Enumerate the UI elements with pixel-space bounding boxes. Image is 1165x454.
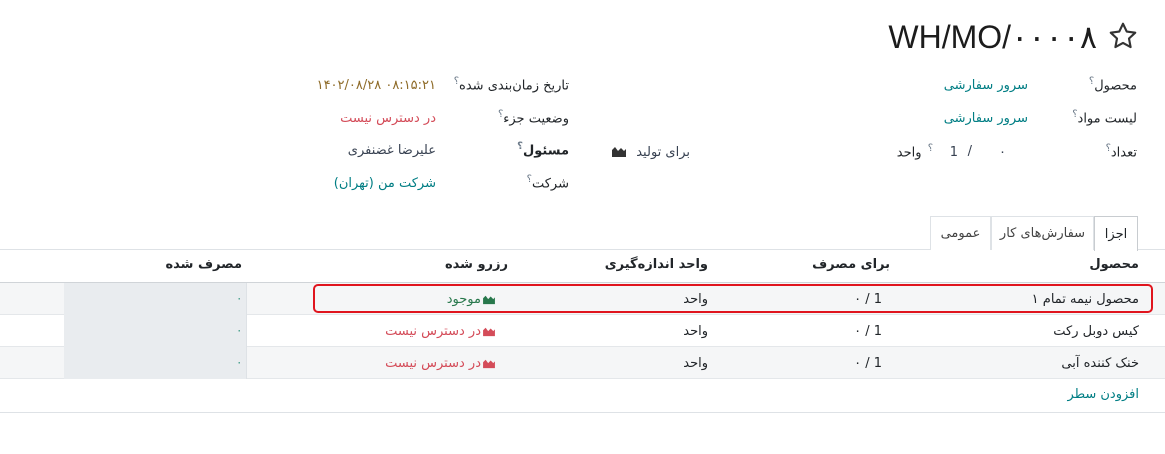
record-title: WH/MO/۰۰۰۰۸	[888, 19, 1097, 55]
table-row[interactable]: ۰ خنک کننده آبی ۰ / 1 واحد در دسترس نیست	[0, 347, 1165, 379]
star-icon[interactable]	[1107, 20, 1139, 52]
col-header-reserved[interactable]: رزرو شده	[445, 257, 508, 272]
row-to-consume: ۰ / 1	[854, 323, 882, 339]
consumed-cell[interactable]: ۰	[64, 347, 247, 379]
company-label: شرکت؟	[526, 174, 569, 192]
to-produce-label: برای تولید	[636, 145, 690, 160]
table-footer-divider	[0, 412, 1165, 413]
bom-value[interactable]: سرور سفارشی	[944, 111, 1028, 126]
quantity-produced-input[interactable]: ۰	[999, 145, 1006, 160]
row-uom: واحد	[683, 323, 708, 339]
component-status-label: وضعیت جزء؟	[497, 109, 569, 127]
bom-label: لیست مواد؟	[1072, 109, 1137, 127]
row-to-consume: ۰ / 1	[854, 355, 882, 371]
quantity-separator: /	[967, 144, 972, 159]
col-header-uom[interactable]: واحد اندازه‌گیری	[605, 257, 708, 272]
unavailable-chart-icon[interactable]	[482, 326, 496, 337]
quantity-unit[interactable]: ؟ واحد	[897, 143, 933, 160]
scheduled-date-value[interactable]: ۱۴۰۲/۰۸/۲۸ ۰۸:۱۵:۲۱	[317, 78, 436, 93]
col-header-product[interactable]: محصول	[1089, 257, 1139, 272]
responsible-label: مسئول؟	[517, 141, 569, 159]
product-label: محصول؟	[1088, 76, 1137, 94]
forecast-chart-icon[interactable]	[611, 145, 627, 158]
add-line-link[interactable]: افزودن سطر	[1068, 387, 1139, 402]
row-reserved: در دسترس نیست	[385, 315, 496, 347]
col-header-consumed[interactable]: مصرف شده	[165, 257, 242, 272]
row-highlight-box	[313, 284, 1153, 313]
quantity-total-input[interactable]: 1	[950, 145, 958, 160]
unavailable-chart-icon[interactable]	[482, 358, 496, 369]
row-uom: واحد	[683, 355, 708, 371]
responsible-value[interactable]: علیرضا غضنفری	[348, 143, 436, 158]
company-value[interactable]: شرکت من (تهران)	[334, 176, 436, 191]
consumed-cell[interactable]: ۰	[64, 315, 247, 347]
tab-work-orders[interactable]: سفارش‌های کار	[991, 216, 1094, 250]
row-product[interactable]: کیس دوبل رکت	[1053, 315, 1139, 347]
component-status-value: در دسترس نیست	[340, 111, 436, 126]
product-value[interactable]: سرور سفارشی	[944, 78, 1028, 93]
tab-general[interactable]: عمومی	[930, 216, 991, 250]
quantity-label: تعداد؟	[1105, 143, 1137, 161]
row-reserved: در دسترس نیست	[385, 347, 496, 379]
consumed-cell[interactable]: ۰	[64, 283, 247, 315]
col-header-to-consume[interactable]: برای مصرف	[812, 257, 890, 272]
row-product[interactable]: خنک کننده آبی	[1061, 347, 1139, 379]
scheduled-date-label: تاریخ زمان‌بندی شده؟	[453, 76, 569, 94]
tab-components[interactable]: اجزا	[1094, 216, 1138, 251]
table-row[interactable]: ۰ کیس دوبل رکت ۰ / 1 واحد در دسترس نیست	[0, 315, 1165, 347]
